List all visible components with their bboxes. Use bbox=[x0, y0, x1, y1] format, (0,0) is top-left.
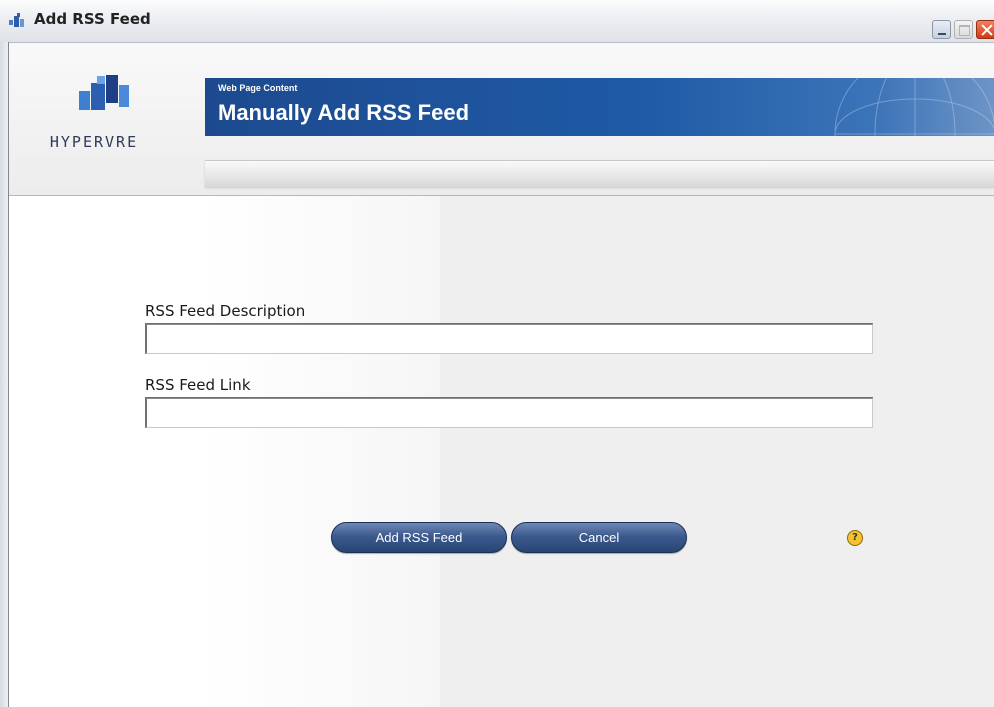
content-panel-left bbox=[9, 196, 440, 707]
add-rss-feed-window: Add RSS Feed HYPERVRE Web Page Content M… bbox=[0, 0, 994, 707]
banner-subtitle: Web Page Content bbox=[218, 83, 298, 93]
globe-icon bbox=[834, 78, 994, 136]
description-label: RSS Feed Description bbox=[145, 302, 306, 320]
window-frame bbox=[0, 42, 9, 707]
help-icon[interactable]: ? bbox=[847, 530, 863, 546]
cancel-button[interactable]: Cancel bbox=[511, 522, 687, 553]
content-panel-right bbox=[440, 196, 994, 707]
page-title: Manually Add RSS Feed bbox=[218, 100, 470, 125]
page-header: HYPERVRE Web Page Content Manually Add R… bbox=[9, 43, 994, 196]
close-button[interactable] bbox=[976, 20, 994, 39]
header-toolbar bbox=[205, 160, 994, 187]
add-rss-feed-button[interactable]: Add RSS Feed bbox=[331, 522, 507, 553]
rss-app-icon bbox=[9, 13, 24, 27]
maximize-button[interactable] bbox=[954, 20, 973, 39]
title-bar[interactable]: Add RSS Feed bbox=[0, 0, 994, 43]
rss-description-input[interactable] bbox=[145, 324, 873, 354]
minimize-button[interactable] bbox=[932, 20, 951, 39]
rss-link-input[interactable] bbox=[145, 398, 873, 428]
link-label: RSS Feed Link bbox=[145, 376, 251, 394]
window-title: Add RSS Feed bbox=[34, 10, 151, 28]
header-banner: Web Page Content Manually Add RSS Feed bbox=[205, 78, 994, 136]
logo-text: HYPERVRE bbox=[49, 133, 139, 151]
